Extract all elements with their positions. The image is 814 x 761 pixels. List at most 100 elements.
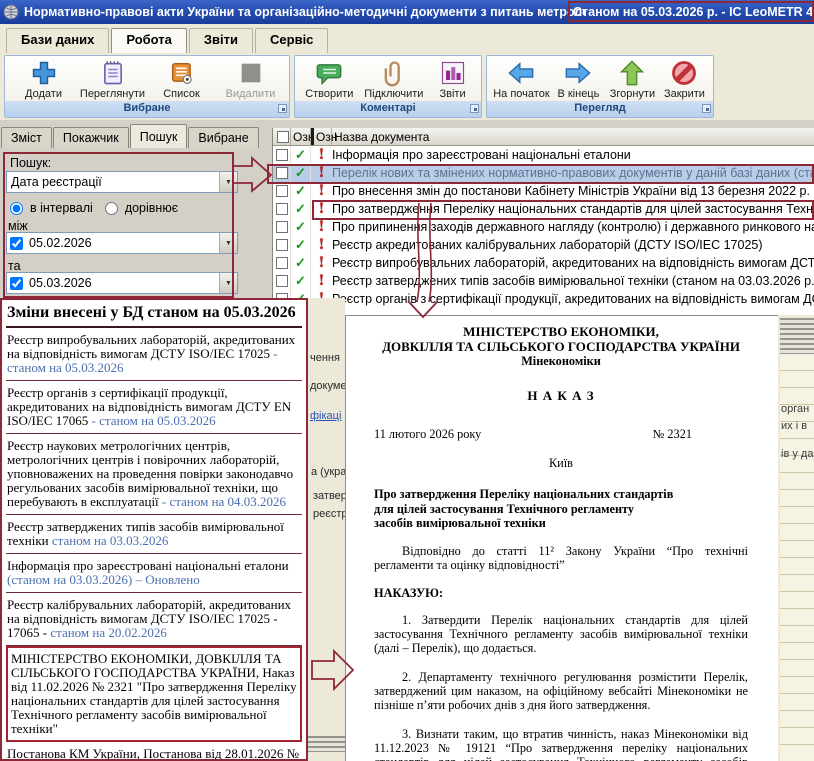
go-start-button[interactable]: На початок: [491, 59, 552, 100]
tab-servis[interactable]: Сервіс: [255, 28, 328, 53]
search-pane: Пошук: Дата реєстрації ▼ в інтервалі дор…: [0, 147, 270, 298]
list-button[interactable]: Список: [147, 59, 216, 100]
list-row[interactable]: ✓!Інформація про зареєстровані національ…: [273, 146, 814, 164]
date-to-combo[interactable]: 05.03.2026 ▼: [6, 272, 238, 294]
background-window-right: орган их і в ів у да: [778, 315, 814, 761]
search-field-select[interactable]: Дата реєстрації ▼: [6, 171, 238, 193]
exclamation-icon: !: [318, 219, 324, 235]
radio-interval[interactable]: [10, 202, 23, 215]
delete-icon: [237, 59, 265, 87]
row-checkbox[interactable]: [276, 149, 288, 161]
list-row[interactable]: ✓!Реєстр органів з сертифікації продукці…: [273, 290, 814, 308]
collapse-button[interactable]: Згорнути: [605, 59, 660, 100]
text-fragment: а (украї: [311, 466, 345, 478]
background-window-strip: чення докуме фікаці а (украї затверд реє…: [308, 298, 345, 761]
change-entry[interactable]: Інформація про зареєстровані національні…: [6, 554, 302, 593]
exclamation-icon: !: [318, 147, 324, 163]
row-checkbox[interactable]: [276, 221, 288, 233]
arrow-right-icon: [564, 59, 592, 87]
check-icon: ✓: [295, 273, 306, 289]
tab-zvity[interactable]: Звіти: [189, 28, 253, 53]
status-date: (станом на 03.03.2026) – Оновлено: [7, 572, 200, 587]
change-entry-highlighted[interactable]: МІНІСТЕРСТВО ЕКОНОМІКИ, ДОВКІЛЛЯ ТА СІЛЬ…: [6, 646, 302, 742]
doc-ministry-line1: МІНІСТЕРСТВО ЕКОНОМІКИ,: [374, 324, 748, 339]
group-expander-icon[interactable]: [702, 104, 711, 113]
header-ozn1[interactable]: Озн: [291, 128, 311, 145]
list-row[interactable]: ✓!Реєстр акредитованих калібрувальних ла…: [273, 236, 814, 254]
header-name[interactable]: Назва документа: [332, 128, 814, 145]
tab-robota[interactable]: Робота: [111, 28, 187, 53]
doc-paragraph-3: 3. Визнати таким, що втратив чинність, н…: [374, 727, 748, 761]
add-button[interactable]: Додати: [9, 59, 78, 100]
row-checkbox[interactable]: [276, 167, 288, 179]
header-ozn2[interactable]: Озн: [311, 128, 332, 145]
list-row[interactable]: ✓!Про затвердження Переліку національних…: [273, 200, 814, 218]
list-header: Озн Озн Назва документа: [273, 128, 814, 146]
list-row[interactable]: ✓!Про внесення змін до постанови Кабінет…: [273, 182, 814, 200]
change-entry[interactable]: Постанова КМ України, Постанова від 28.0…: [6, 742, 302, 761]
changes-panel: Зміни внесені у БД станом на 05.03.2026 …: [0, 298, 308, 761]
header-checkbox[interactable]: [277, 131, 289, 143]
chevron-down-icon[interactable]: ▼: [219, 172, 237, 192]
date-to-checkbox[interactable]: [10, 277, 23, 290]
group-label-komentari: Коментарі: [360, 102, 415, 114]
app-logo-icon: [3, 4, 20, 21]
attach-comment-button[interactable]: Підключити: [360, 59, 428, 100]
close-button[interactable]: Закрити: [660, 59, 709, 100]
group-expander-icon[interactable]: [278, 104, 287, 113]
notepad-icon: [99, 59, 127, 87]
create-comment-button[interactable]: Створити: [299, 59, 360, 100]
go-end-button[interactable]: В кінець: [552, 59, 605, 100]
row-checkbox[interactable]: [276, 275, 288, 287]
list-row[interactable]: ✓!Реєстр затверджених типів засобів вимі…: [273, 272, 814, 290]
exclamation-icon: !: [318, 183, 324, 199]
row-checkbox[interactable]: [276, 257, 288, 269]
row-checkbox[interactable]: [276, 203, 288, 215]
row-checkbox[interactable]: [276, 239, 288, 251]
chevron-down-icon[interactable]: ▼: [219, 233, 237, 253]
and-label: та: [8, 259, 21, 273]
date-from-combo[interactable]: 05.02.2026 ▼: [6, 232, 238, 254]
list-icon: [168, 59, 196, 87]
doc-paragraph-2: 2. Департаменту технічного регулювання р…: [374, 670, 748, 712]
tab-pokazhchyk[interactable]: Покажчик: [53, 127, 129, 148]
left-panel-tabs: Зміст Покажчик Пошук Вибране: [1, 127, 260, 148]
change-entry[interactable]: Реєстр калібрувальних лабораторій, акред…: [6, 593, 302, 646]
group-label-perehliad: Перегляд: [574, 102, 626, 114]
status-date: станом на 03.03.2026: [49, 533, 169, 548]
list-row[interactable]: ✓!Про припинення заходів державного нагл…: [273, 218, 814, 236]
view-button[interactable]: Переглянути: [78, 59, 147, 100]
reports-button[interactable]: Звіти: [428, 59, 477, 100]
change-entry[interactable]: Реєстр випробувальних лабораторій, акред…: [6, 328, 302, 381]
doc-subject-line2: для цілей застосування Технічного реглам…: [374, 502, 748, 517]
change-entry[interactable]: Реєстр органів з сертифікації продукції,…: [6, 381, 302, 434]
header-checkbox-cell[interactable]: [273, 128, 291, 145]
radio-equals[interactable]: [105, 202, 118, 215]
tab-poshuk[interactable]: Пошук: [130, 124, 188, 148]
change-entry[interactable]: Реєстр наукових метрологічних центрів, м…: [6, 434, 302, 515]
radio-equals-label: дорівнює: [125, 201, 178, 215]
document-preview: МІНІСТЕРСТВО ЕКОНОМІКИ, ДОВКІЛЛЯ ТА СІЛЬ…: [345, 315, 778, 761]
doc-number: № 2321: [653, 427, 692, 441]
chevron-down-icon[interactable]: ▼: [219, 273, 237, 293]
text-fragment: докуме: [310, 380, 345, 392]
list-row-selected[interactable]: ✓!Перелік нових та змінених нормативно-п…: [273, 164, 814, 182]
doc-order-title: Н А К А З: [374, 389, 748, 403]
close-icon: [670, 59, 698, 87]
doc-date: 11 лютого 2026 року: [374, 427, 481, 441]
tab-vybrane[interactable]: Вибране: [188, 127, 258, 148]
title-bar: Нормативно-правові акти України та орган…: [0, 0, 814, 24]
tab-zmist[interactable]: Зміст: [1, 127, 52, 148]
row-checkbox[interactable]: [276, 185, 288, 197]
tab-bazy-danykh[interactable]: Бази даних: [6, 28, 109, 53]
exclamation-icon: !: [318, 237, 324, 253]
date-from-checkbox[interactable]: [10, 237, 23, 250]
link-fragment[interactable]: фікаці: [310, 410, 341, 422]
doc-ministry-short: Мінекономіки: [374, 354, 748, 368]
group-expander-icon[interactable]: [470, 104, 479, 113]
change-entry[interactable]: Реєстр затверджених типів засобів вимірю…: [6, 515, 302, 554]
list-row[interactable]: ✓!Реєстр випробувальних лабораторій, акр…: [273, 254, 814, 272]
check-icon: ✓: [295, 219, 306, 235]
window-title: Нормативно-правові акти України та орган…: [24, 5, 586, 19]
between-label: між: [8, 219, 28, 233]
